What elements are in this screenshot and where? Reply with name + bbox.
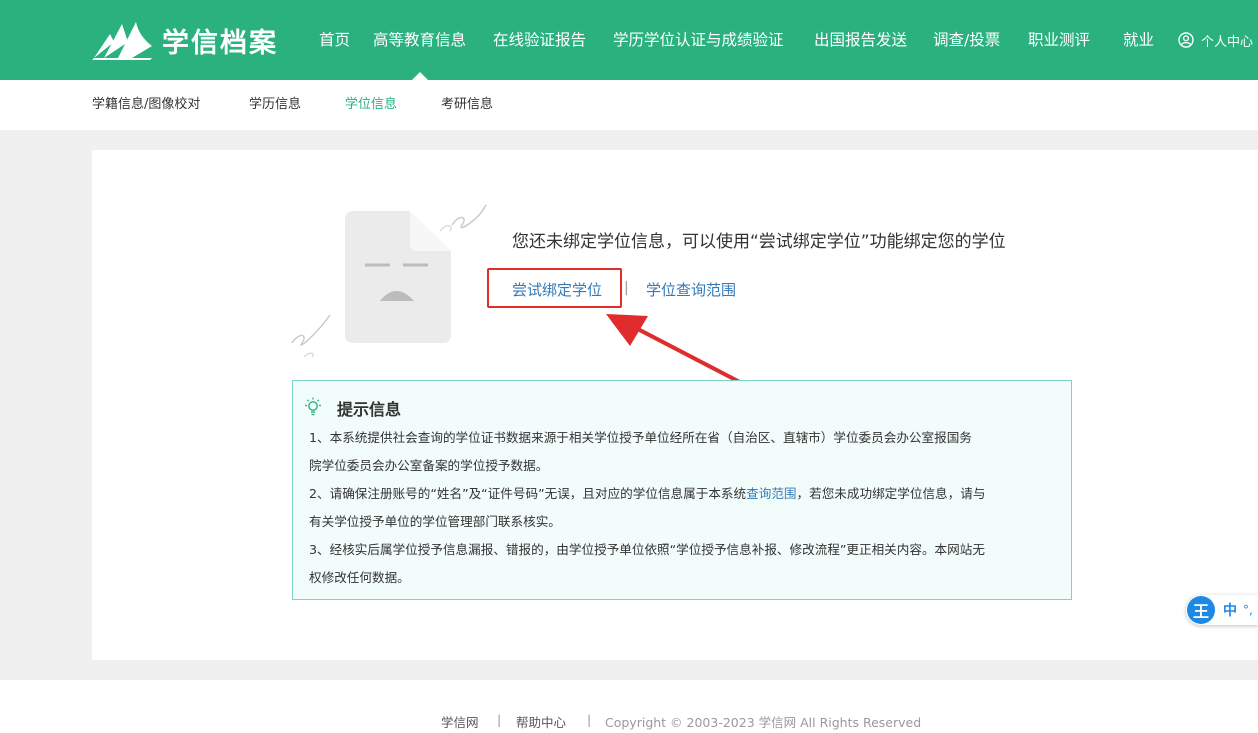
- logo-mark-icon: [92, 22, 152, 60]
- footer-copyright: Copyright © 2003-2023 学信网 All Rights Res…: [605, 715, 922, 730]
- tip-line-1: 1、本系统提供社会查询的学位证书数据来源于相关学位授予单位经所在省（自治区、直辖…: [309, 430, 972, 445]
- nav-higher-education[interactable]: 高等教育信息: [373, 0, 466, 80]
- tip-line-3: 2、请确保注册账号的“姓名”及“证件号码”无误，且对应的学位信息属于本系统查询范…: [309, 483, 985, 502]
- tip-line-6: 权修改任何数据。: [309, 570, 410, 585]
- tip-line-5: 3、经核实后属学位授予信息漏报、错报的，由学位授予单位依照“学位授予信息补报、修…: [309, 542, 985, 557]
- footer-help-link[interactable]: 帮助中心: [516, 712, 566, 731]
- top-header: 学信档案 首页 高等教育信息 在线验证报告 学历学位认证与成绩验证 出国报告发送…: [0, 0, 1258, 80]
- sub-nav: 学籍信息/图像校对 学历信息 学位信息 考研信息: [0, 80, 1258, 130]
- personal-center-label: 个人中心: [1201, 34, 1254, 50]
- nav-home[interactable]: 首页: [319, 0, 350, 80]
- ime-toolbar[interactable]: 王 中 °,: [1186, 595, 1258, 625]
- nav-overseas-report[interactable]: 出国报告发送: [814, 0, 907, 80]
- tip-line-3-text: 2、请确保注册账号的“姓名”及“证件号码”无误，且对应的学位信息属于本系统: [309, 486, 747, 501]
- ime-punctuation[interactable]: °,: [1243, 603, 1253, 617]
- highlight-box: [487, 268, 622, 308]
- user-icon: [1178, 32, 1194, 48]
- footer-site-link[interactable]: 学信网: [441, 712, 479, 731]
- nav-survey[interactable]: 调查/投票: [933, 0, 1000, 80]
- link-separator: |: [624, 280, 629, 296]
- subnav-student-status[interactable]: 学籍信息/图像校对: [92, 80, 200, 130]
- tip-title: 提示信息: [337, 400, 402, 419]
- footer-separator-1: |: [497, 712, 502, 727]
- site-logo[interactable]: 学信档案: [92, 20, 278, 60]
- subnav-postgraduate-exam[interactable]: 考研信息: [441, 80, 493, 130]
- subnav-degree[interactable]: 学位信息: [345, 80, 397, 130]
- empty-document-illustration: [291, 204, 487, 358]
- nav-employment[interactable]: 就业: [1123, 0, 1154, 80]
- degree-query-scope-link[interactable]: 学位查询范围: [646, 279, 736, 300]
- nav-online-report[interactable]: 在线验证报告: [493, 0, 586, 80]
- nav-certification[interactable]: 学历学位认证与成绩验证: [613, 0, 784, 80]
- ime-logo-icon: 王: [1187, 596, 1215, 624]
- ime-language[interactable]: 中: [1223, 600, 1237, 620]
- brand-name: 学信档案: [162, 27, 278, 59]
- unbound-degree-message: 您还未绑定学位信息，可以使用“尝试绑定学位”功能绑定您的学位: [512, 232, 1006, 252]
- nav-career-test[interactable]: 职业测评: [1028, 0, 1090, 80]
- query-scope-inline-link[interactable]: 查询范围: [746, 486, 796, 501]
- tip-line-2: 院学位委员会办公室备案的学位授予数据。: [309, 458, 549, 473]
- footer-separator-2: |: [587, 712, 592, 727]
- lightbulb-icon: [305, 397, 321, 416]
- tip-line-4: 有关学位授予单位的学位管理部门联系核实。: [309, 514, 561, 529]
- tip-line-3-tail: ，若您未成功绑定学位信息，请与: [796, 486, 986, 501]
- subnav-education[interactable]: 学历信息: [249, 80, 301, 130]
- personal-center[interactable]: 个人中心: [1178, 0, 1253, 80]
